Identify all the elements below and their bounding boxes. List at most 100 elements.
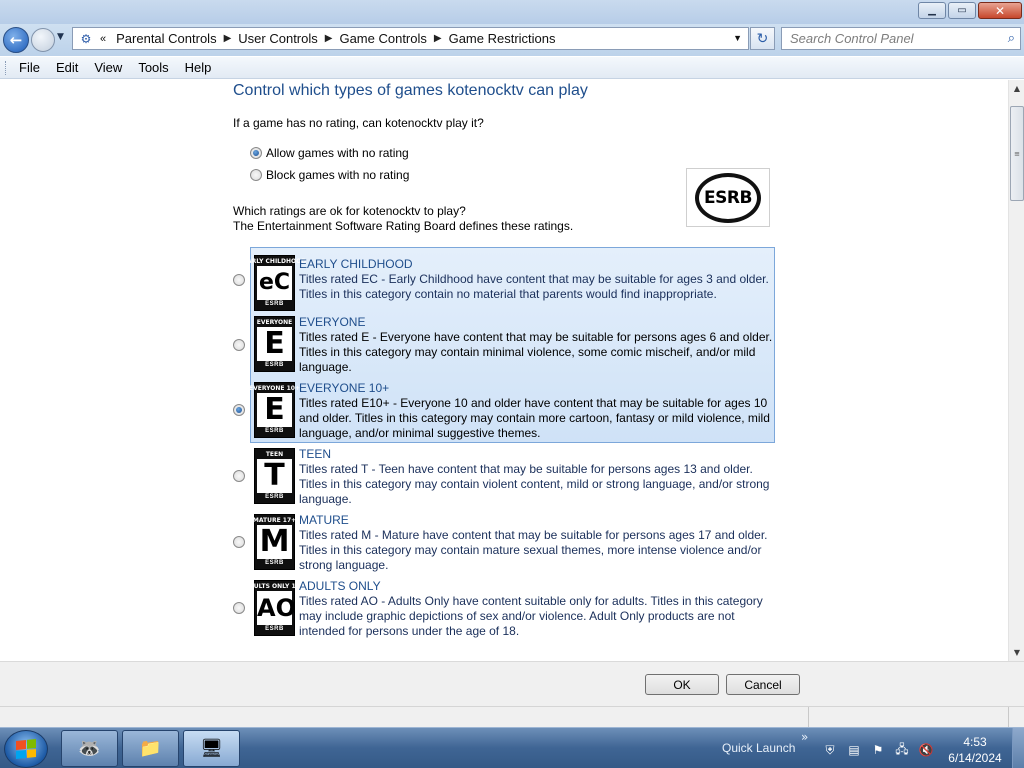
- dialog-button-bar: OK Cancel: [0, 661, 1024, 706]
- badge-footer: ESRB: [265, 626, 284, 632]
- navigation-bar: ← ▼ ⚙ « Parental Controls ▶ User Control…: [0, 24, 1024, 56]
- scroll-up-icon[interactable]: ▲: [1009, 80, 1024, 97]
- vertical-scrollbar[interactable]: ▲ ≡ ▼: [1008, 80, 1024, 661]
- close-button[interactable]: ✕: [978, 2, 1022, 19]
- window-title-bar: ▁ ▭ ✕: [0, 0, 1024, 24]
- quick-launch-label[interactable]: Quick Launch: [722, 741, 795, 755]
- rating-radio-teen[interactable]: [233, 470, 245, 482]
- scroll-thumb[interactable]: ≡: [1010, 106, 1024, 201]
- rating-name[interactable]: ADULTS ONLY: [299, 579, 381, 593]
- badge-footer: ESRB: [265, 560, 284, 566]
- breadcrumb-game-controls[interactable]: Game Controls: [339, 31, 426, 46]
- breadcrumb-parental-controls[interactable]: Parental Controls: [116, 31, 216, 46]
- scroll-down-icon[interactable]: ▼: [1009, 644, 1024, 661]
- breadcrumb-separator-icon[interactable]: ▶: [224, 33, 232, 44]
- badge-footer: ESRB: [265, 428, 284, 434]
- volume-muted-icon[interactable]: 🔇: [918, 742, 934, 758]
- rating-radio-adults-only[interactable]: [233, 602, 245, 614]
- taskbar-explorer-icon[interactable]: 📁: [122, 730, 179, 767]
- maximize-button[interactable]: ▭: [948, 2, 976, 19]
- control-panel-icon: ⚙: [80, 31, 92, 46]
- menu-view[interactable]: View: [94, 60, 122, 75]
- badge-letter: E: [257, 393, 292, 427]
- rating-description[interactable]: Titles rated E10+ - Everyone 10 and olde…: [299, 396, 779, 441]
- security-shield-icon[interactable]: ⛨: [822, 742, 838, 758]
- badge-letter: T: [257, 459, 292, 493]
- breadcrumb-game-restrictions[interactable]: Game Restrictions: [449, 31, 556, 46]
- back-button[interactable]: ←: [3, 27, 29, 53]
- rating-radio-early-childhood[interactable]: [233, 274, 245, 286]
- page-title: Control which types of games kotenocktv …: [233, 82, 588, 99]
- search-input[interactable]: [782, 31, 992, 46]
- rating-badge-teen-icon: TEEN T ESRB: [254, 448, 295, 504]
- system-clock[interactable]: 4:53 6/14/2024: [946, 734, 1004, 766]
- breadcrumb-separator-icon[interactable]: ▶: [325, 33, 333, 44]
- clipboard-icon[interactable]: ▤: [846, 742, 862, 758]
- status-divider: [1008, 707, 1009, 728]
- ratings-note-text: The Entertainment Software Rating Board …: [233, 219, 574, 233]
- status-divider: [808, 707, 809, 728]
- ok-button[interactable]: OK: [645, 674, 719, 695]
- windows-logo-icon: [16, 738, 36, 760]
- esrb-logo: ESRB: [686, 168, 770, 227]
- rating-badge-early-childhood-icon: EARLY CHILDHOOD eC ESRB: [243, 255, 306, 311]
- recent-pages-dropdown[interactable]: ▼: [57, 32, 64, 42]
- refresh-button[interactable]: ↻: [750, 27, 775, 50]
- menu-tools[interactable]: Tools: [138, 60, 168, 75]
- quick-launch-overflow-icon[interactable]: »: [801, 730, 808, 744]
- rating-description[interactable]: Titles rated M - Mature have content tha…: [299, 528, 779, 573]
- address-bar[interactable]: ⚙ « Parental Controls ▶ User Controls ▶ …: [72, 27, 749, 50]
- rating-description[interactable]: Titles rated AO - Adults Only have conte…: [299, 594, 779, 639]
- rating-name[interactable]: EVERYONE: [299, 315, 365, 329]
- block-no-rating-label[interactable]: Block games with no rating: [266, 168, 409, 182]
- rating-badge-mature-icon: MATURE 17+ M ESRB: [253, 514, 296, 570]
- status-bar: [0, 706, 1024, 728]
- menu-edit[interactable]: Edit: [56, 60, 78, 75]
- rating-name[interactable]: TEEN: [299, 447, 331, 461]
- block-no-rating-radio[interactable]: [250, 169, 262, 181]
- search-box[interactable]: ⌕: [781, 27, 1021, 50]
- rating-description[interactable]: Titles rated E - Everyone have content t…: [299, 330, 779, 375]
- badge-top-text: EVERYONE 10+: [249, 385, 300, 392]
- cancel-button[interactable]: Cancel: [726, 674, 800, 695]
- back-arrow-icon: ←: [9, 31, 23, 49]
- rating-name[interactable]: MATURE: [299, 513, 349, 527]
- taskbar-raccoon-app-icon[interactable]: 🦝: [61, 730, 118, 767]
- rating-badge-adults-only-icon: ADULTS ONLY 18+ AO ESRB: [244, 580, 305, 636]
- menu-file[interactable]: File: [19, 60, 40, 75]
- rating-radio-mature[interactable]: [233, 536, 245, 548]
- rating-name[interactable]: EARLY CHILDHOOD: [299, 257, 413, 271]
- rating-name[interactable]: EVERYONE 10+: [299, 381, 389, 395]
- action-center-flag-icon[interactable]: ⚑: [870, 742, 886, 758]
- network-icon[interactable]: 🖧: [894, 742, 910, 758]
- taskbar-control-panel-icon[interactable]: 🖥: [183, 730, 240, 767]
- breadcrumb-overflow[interactable]: «: [100, 33, 106, 45]
- rating-description[interactable]: Titles rated EC - Early Childhood have c…: [299, 272, 779, 302]
- rating-badge-everyone-10-plus-icon: EVERYONE 10+ E ESRB: [249, 382, 300, 438]
- allow-no-rating-label[interactable]: Allow games with no rating: [266, 146, 409, 160]
- menu-grip: [5, 61, 8, 75]
- rating-radio-everyone-10-plus[interactable]: [233, 404, 245, 416]
- menu-help[interactable]: Help: [185, 60, 212, 75]
- block-no-rating-option[interactable]: Block games with no rating: [250, 168, 409, 182]
- rating-description[interactable]: Titles rated T - Teen have content that …: [299, 462, 779, 507]
- breadcrumb-separator-icon[interactable]: ▶: [434, 33, 442, 44]
- rating-radio-everyone[interactable]: [233, 339, 245, 351]
- esrb-logo-mark: ESRB: [695, 172, 761, 223]
- ratings-question-text: Which ratings are ok for kotenocktv to p…: [233, 204, 466, 218]
- menu-bar: File Edit View Tools Help: [0, 57, 1024, 79]
- no-rating-question: If a game has no rating, can kotenocktv …: [233, 116, 484, 130]
- breadcrumb-user-controls[interactable]: User Controls: [238, 31, 317, 46]
- start-button[interactable]: [4, 730, 48, 768]
- badge-footer: ESRB: [265, 301, 284, 307]
- badge-letter: E: [257, 327, 292, 361]
- allow-no-rating-option[interactable]: Allow games with no rating: [250, 146, 409, 160]
- show-desktop-button[interactable]: [1012, 728, 1024, 768]
- ratings-question: Which ratings are ok for kotenocktv to p…: [233, 204, 573, 234]
- allow-no-rating-radio[interactable]: [250, 147, 262, 159]
- minimize-button[interactable]: ▁: [918, 2, 946, 19]
- clock-time: 4:53: [963, 735, 987, 749]
- address-dropdown-icon[interactable]: ▼: [733, 33, 742, 43]
- forward-button[interactable]: [31, 28, 55, 52]
- search-icon[interactable]: ⌕: [1008, 31, 1015, 46]
